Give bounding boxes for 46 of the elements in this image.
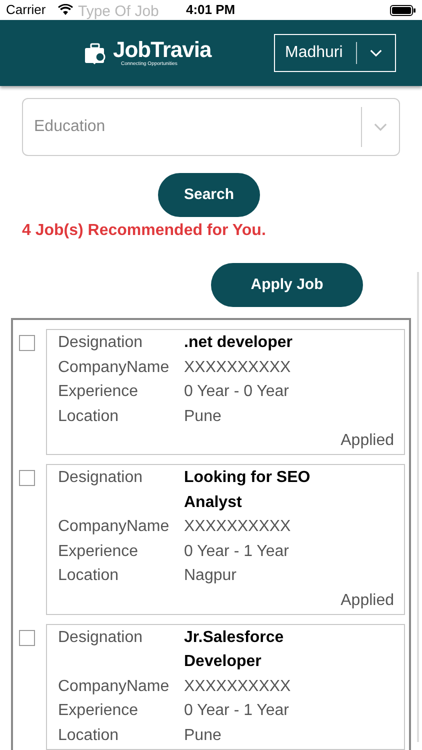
field-value: Pune [184, 406, 222, 426]
field-value: 0 Year - 1 Year [184, 701, 290, 721]
field-label: Location [58, 726, 120, 746]
field-label: Experience [58, 542, 140, 562]
chevron-down-icon [370, 49, 382, 57]
clock: 4:01 PM [186, 3, 236, 17]
field-label: Designation [58, 628, 144, 648]
field-value: 0 Year - 1 Year [184, 542, 290, 562]
wifi-icon [58, 4, 73, 15]
job-card[interactable]: Designation .net developer CompanyName XXXXXXXXXX Experience 0 Year - 0 Year Location Pune Applied [46, 329, 405, 455]
field-value: Nagpur [184, 566, 238, 586]
field-label: Designation [58, 468, 144, 488]
job-checkbox[interactable] [19, 470, 35, 486]
field-label: Location [58, 406, 120, 426]
field-label: CompanyName [58, 358, 170, 378]
applied-status: Applied [340, 431, 394, 451]
field-label: Experience [58, 701, 140, 721]
job-card[interactable]: Designation Jr.Salesforce Developer CompanyName XXXXXXXXXX Experience 0 Year - 1 Year Location Pune [46, 624, 405, 750]
briefcase-search-icon [84, 43, 108, 65]
user-name: Madhuri [284, 43, 344, 63]
field-value: .net developer [184, 333, 294, 353]
user-dropdown[interactable]: Madhuri [274, 34, 396, 72]
job-checkbox[interactable] [19, 335, 35, 351]
brand-logo: JobTravia [113, 39, 212, 61]
field-value: 0 Year - 0 Year [184, 382, 290, 402]
field-label: Experience [58, 382, 140, 402]
applied-status: Applied [340, 590, 394, 610]
education-placeholder: Education [33, 117, 106, 137]
field-value: Jr.Salesforce Developer [184, 628, 285, 672]
job-checkbox[interactable] [19, 630, 35, 646]
field-value: Looking for SEO Analyst [184, 468, 312, 512]
result-message: 4 Job(s) Recommended for You. [22, 221, 267, 241]
battery-icon [390, 5, 416, 16]
apply-job-button[interactable]: Apply Job [211, 263, 363, 307]
field-label: CompanyName [58, 676, 170, 696]
field-value: XXXXXXXXXX [184, 676, 292, 696]
field-value: Pune [184, 726, 222, 746]
field-value: XXXXXXXXXX [184, 358, 292, 378]
chevron-down-icon [374, 123, 387, 131]
carrier-label: Carrier [6, 3, 46, 17]
field-label: Designation [58, 333, 144, 353]
field-value: XXXXXXXXXX [184, 517, 292, 537]
field-label: Location [58, 566, 120, 586]
search-button[interactable]: Search [158, 173, 260, 217]
field-label: CompanyName [58, 517, 170, 537]
job-card[interactable]: Designation Looking for SEO Analyst CompanyName XXXXXXXXXX Experience 0 Year - 1 Year Location Nagpur Applied [46, 464, 405, 614]
